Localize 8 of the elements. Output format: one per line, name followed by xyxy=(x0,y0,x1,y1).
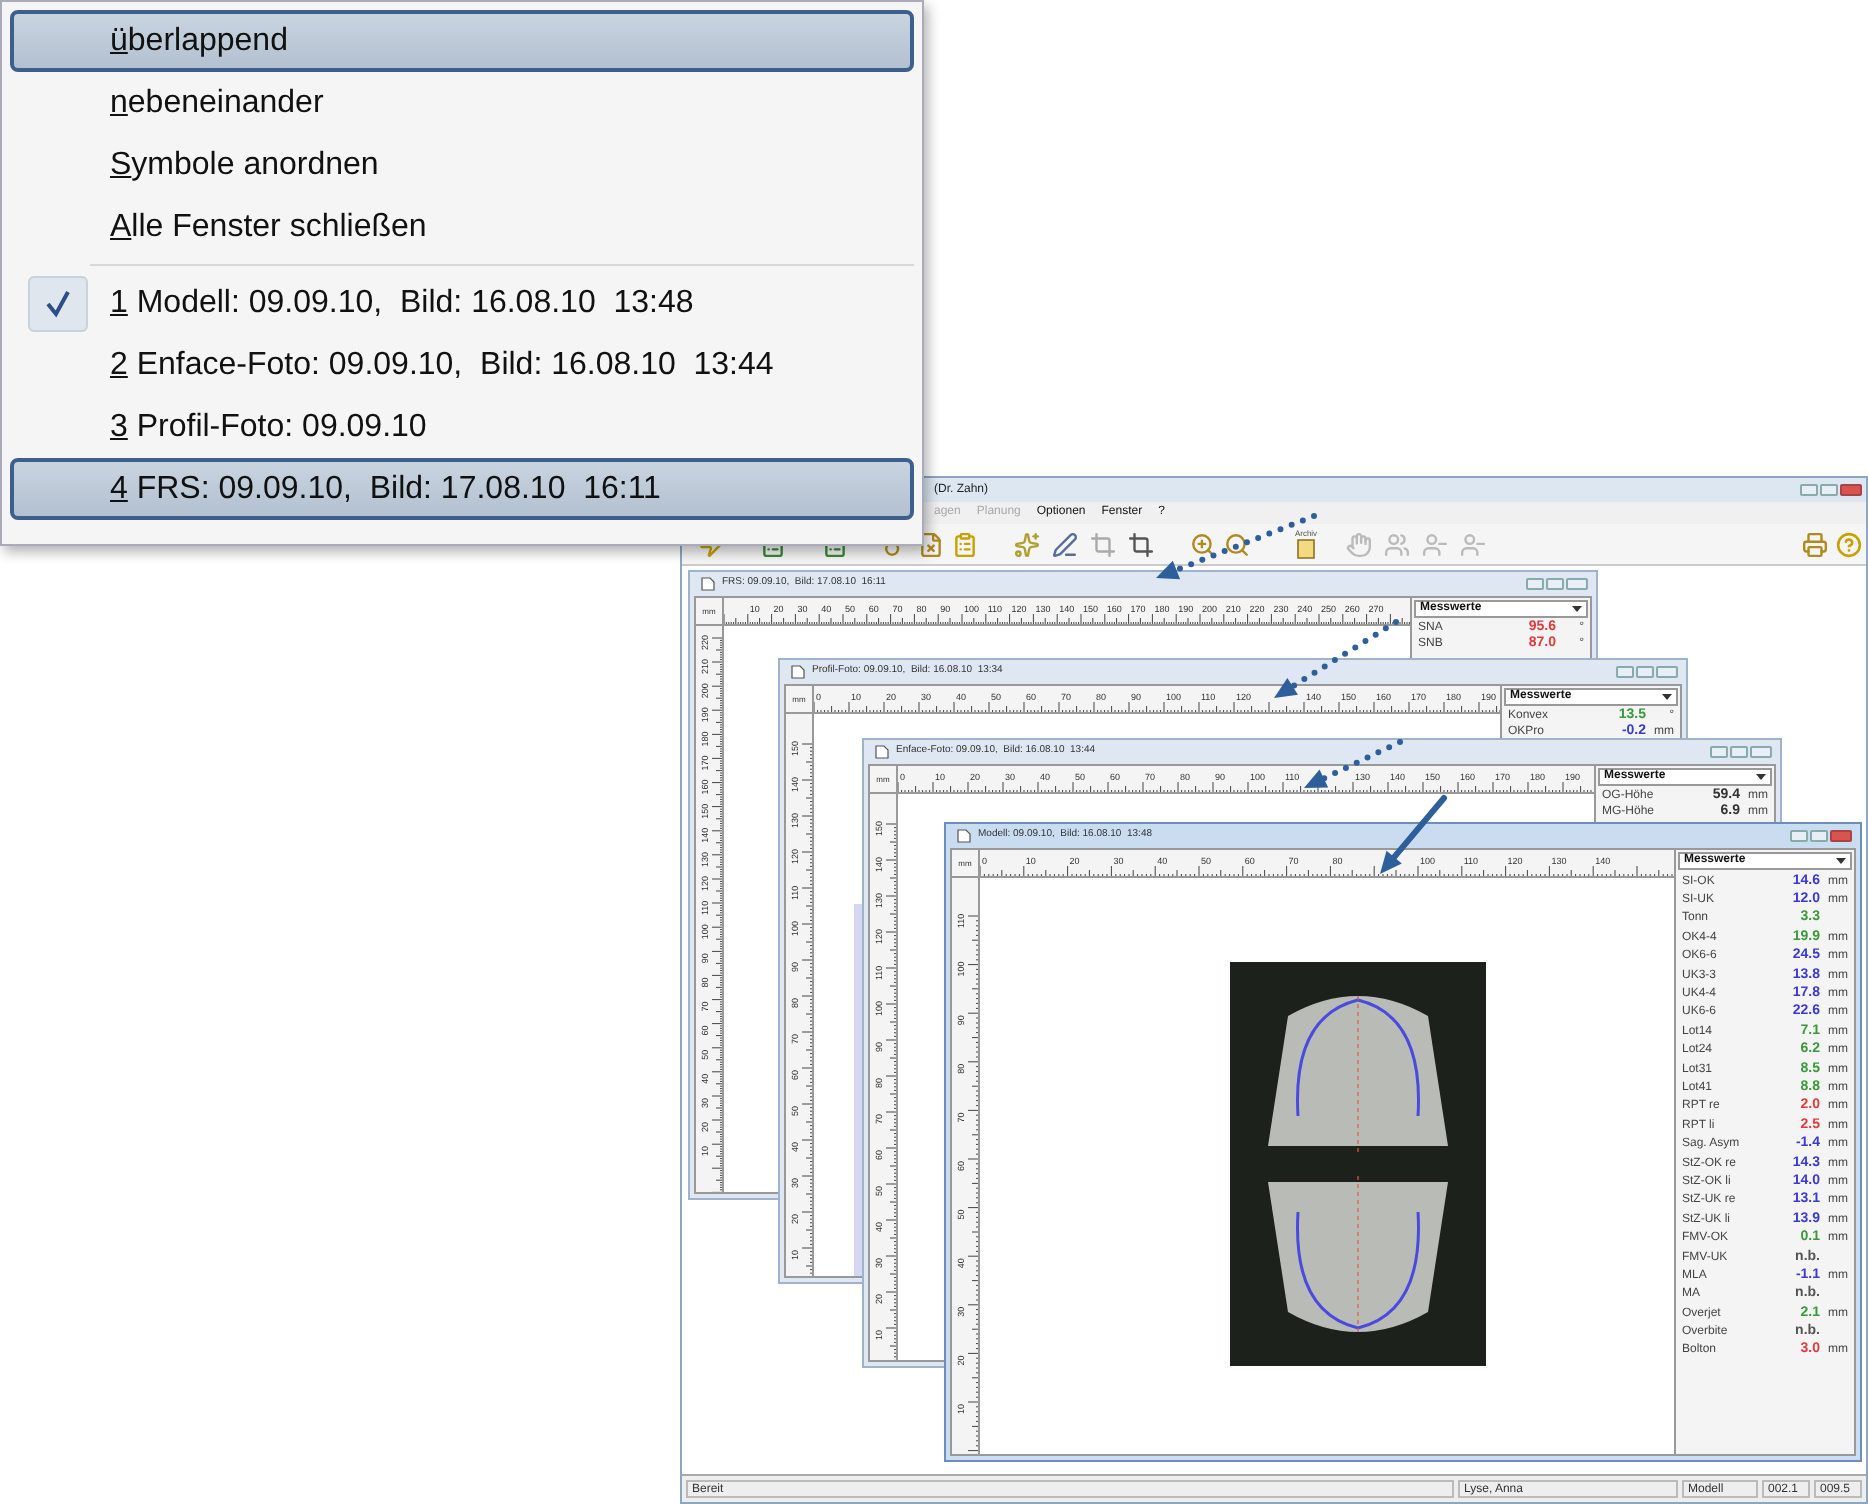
menu-item[interactable]: Alle Fenster schließen xyxy=(10,196,914,258)
menu-item[interactable]: 3 Profil-Foto: 09.09.10 xyxy=(10,396,914,458)
menu-item[interactable]: nebeneinander xyxy=(10,72,914,134)
menu-item[interactable]: 4 FRS: 09.09.10, Bild: 17.08.10 16:11 xyxy=(10,458,914,520)
menu-item[interactable]: 2 Enface-Foto: 09.09.10, Bild: 16.08.10 13:44 xyxy=(10,334,914,396)
menu-item[interactable]: 1 Modell: 09.09.10, Bild: 16.08.10 13:48 xyxy=(10,272,914,334)
menu-item[interactable]: überlappend xyxy=(10,10,914,72)
menu-item[interactable]: Symbole anordnen xyxy=(10,134,914,196)
